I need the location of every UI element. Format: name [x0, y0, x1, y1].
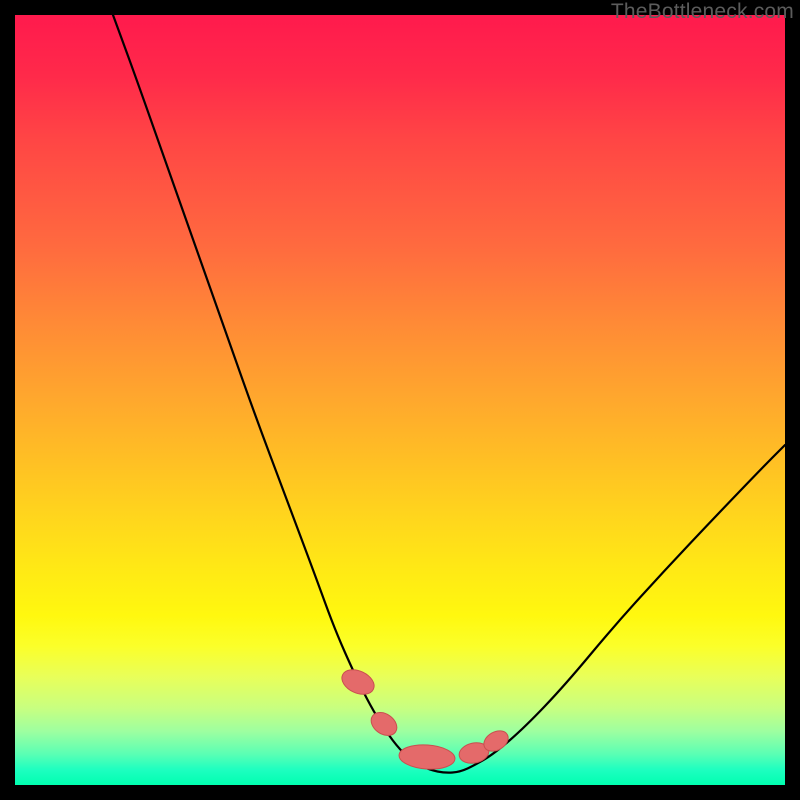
chart-svg	[15, 15, 785, 785]
curve-marker	[367, 708, 401, 740]
curve-marker	[338, 665, 378, 699]
watermark-text: TheBottleneck.com	[611, 0, 794, 24]
chart-frame: TheBottleneck.com	[0, 0, 800, 800]
bottleneck-curve	[113, 15, 785, 773]
curve-marker	[398, 743, 456, 771]
curve-markers	[338, 665, 512, 771]
plot-area	[15, 15, 785, 785]
